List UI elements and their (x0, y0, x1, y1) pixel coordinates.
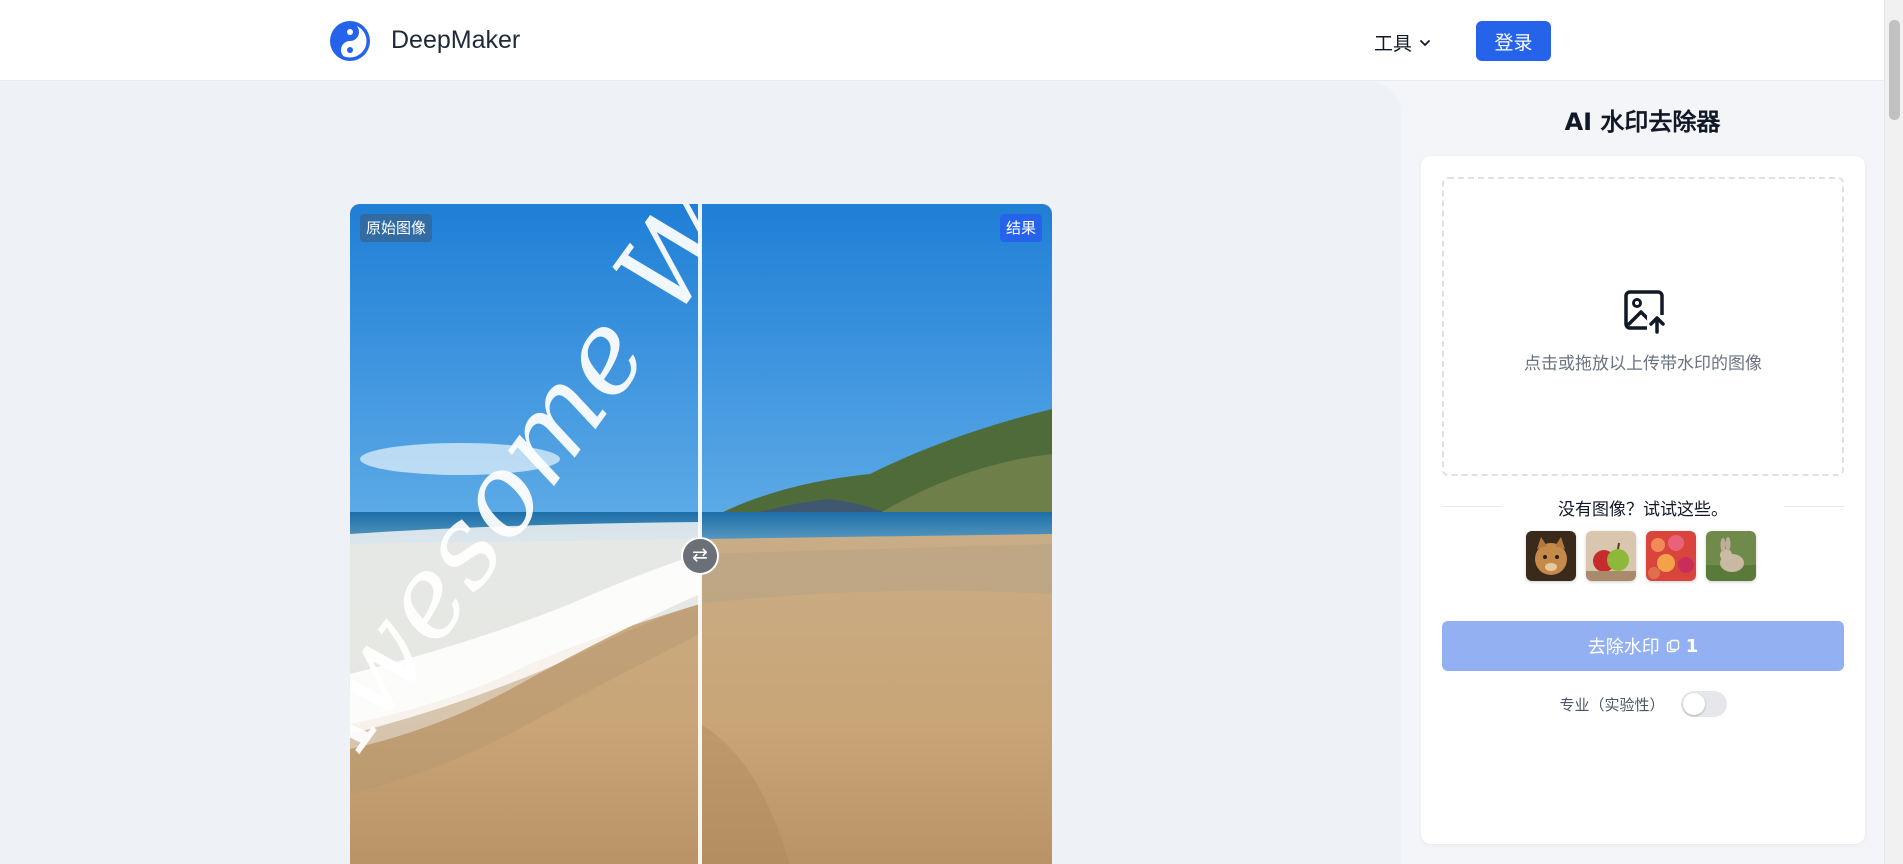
before-after-compare[interactable]: Awesome W 原始图像 结果 ⇄ (350, 204, 1052, 864)
tools-menu-label: 工具 (1374, 33, 1413, 55)
sample-apple[interactable] (1586, 531, 1636, 581)
upload-dropzone[interactable]: 点击或拖放以上传带水印的图像 (1442, 177, 1844, 476)
remove-watermark-button[interactable]: 去除水印 1 (1442, 621, 1844, 671)
samples-label: 没有图像？试试这些。 (1558, 500, 1728, 520)
tools-dropdown[interactable]: 工具 (1374, 29, 1432, 56)
panel-title: AI 水印去除器 (1564, 108, 1721, 136)
watermark-text: Awesome W (350, 204, 700, 806)
login-button[interactable]: 登录 (1476, 21, 1551, 61)
sample-cat[interactable] (1526, 531, 1576, 581)
apple-thumbnail (1586, 531, 1636, 581)
sample-flowers[interactable] (1646, 531, 1696, 581)
sample-images (1526, 531, 1756, 581)
toggle-knob (1682, 693, 1705, 715)
tool-panel: AI 水印去除器 点击或拖放以上传带水印的图像 没有图像？试试这些。 去除水印 … (1401, 82, 1884, 864)
pro-mode-row: 专业（实验性） (1421, 691, 1865, 717)
brand-name[interactable]: DeepMaker (391, 26, 520, 55)
top-navbar: DeepMaker 工具 登录 (0, 0, 1884, 81)
original-image-badge: 原始图像 (360, 214, 433, 242)
yin-yang-logo-icon[interactable] (329, 20, 371, 62)
divider-line-right (1784, 506, 1844, 507)
compare-divider[interactable] (698, 204, 702, 864)
page: DeepMaker 工具 登录 Awesome W 原始图像 结果 ⇄ AI 水… (0, 0, 1903, 864)
pro-mode-label: 专业（实验性） (1559, 695, 1665, 714)
rabbit-thumbnail (1706, 531, 1756, 581)
editor-area: Awesome W 原始图像 结果 ⇄ (0, 82, 1401, 864)
sample-rabbit[interactable] (1706, 531, 1756, 581)
swap-arrows-icon: ⇄ (692, 544, 708, 566)
page-scrollbar[interactable] (1884, 0, 1903, 864)
remove-button-label: 去除水印 (1587, 637, 1660, 658)
chevron-down-icon (1420, 39, 1430, 46)
compare-slider-handle[interactable]: ⇄ (681, 537, 719, 575)
image-upload-icon (1624, 290, 1667, 335)
flowers-thumbnail (1646, 531, 1696, 581)
pro-mode-toggle[interactable] (1680, 691, 1727, 717)
result-badge: 结果 (999, 214, 1042, 242)
remove-button-cost: 1 (1685, 635, 1699, 657)
dropzone-hint: 点击或拖放以上传带水印的图像 (1524, 354, 1762, 374)
scrollbar-thumb[interactable] (1889, 20, 1900, 120)
cat-thumbnail (1526, 531, 1576, 581)
credit-icon (1666, 639, 1679, 653)
upload-card: 点击或拖放以上传带水印的图像 没有图像？试试这些。 去除水印 1 专业（实验性） (1421, 156, 1865, 844)
watermark-layer: Awesome W (350, 204, 700, 864)
samples-divider: 没有图像？试试这些。 (1442, 491, 1844, 521)
